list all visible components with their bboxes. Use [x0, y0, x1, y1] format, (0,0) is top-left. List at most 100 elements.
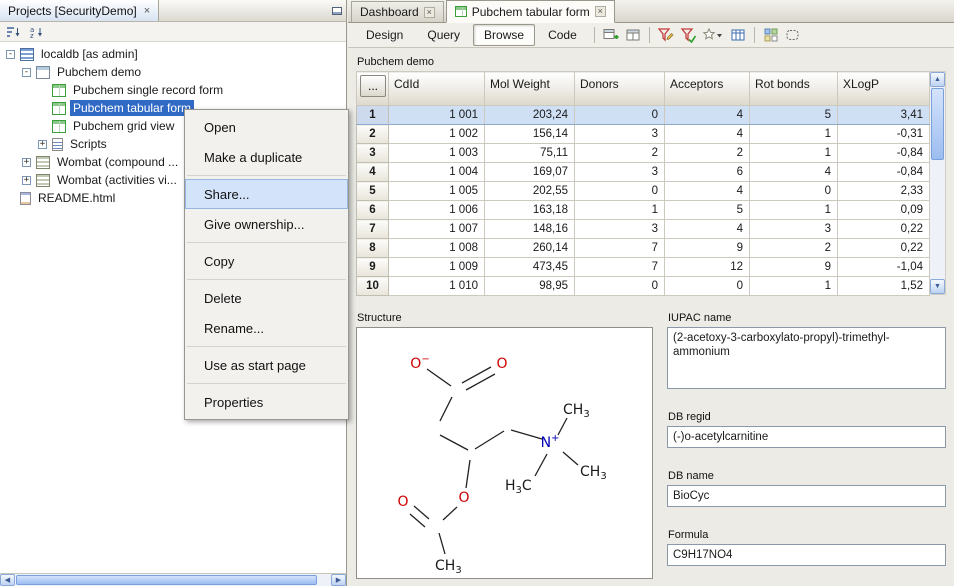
cell-cdid-row-6[interactable]: 1 006	[389, 201, 485, 220]
grid-view-icon[interactable]	[760, 25, 782, 45]
cell-donors-row-7[interactable]: 3	[575, 220, 665, 239]
cell-cdid-row-3[interactable]: 1 003	[389, 144, 485, 163]
table-row-1[interactable]: 11 001203,240453,41	[357, 106, 930, 125]
cell-acceptors-row-3[interactable]: 2	[665, 144, 750, 163]
projects-panel-tab[interactable]: Projects [SecurityDemo] ×	[0, 0, 159, 21]
cell-xlogp-row-4[interactable]: -0,84	[838, 163, 930, 182]
cell-rot-bonds-row-2[interactable]: 1	[750, 125, 838, 144]
cell-mol-weight-row-4[interactable]: 169,07	[485, 163, 575, 182]
cell-rot-bonds-row-8[interactable]: 2	[750, 239, 838, 258]
cell-mol-weight-row-9[interactable]: 473,45	[485, 258, 575, 277]
cell-cdid-row-2[interactable]: 1 002	[389, 125, 485, 144]
cell-acceptors-row-9[interactable]: 12	[665, 258, 750, 277]
scrollbar-thumb[interactable]	[16, 575, 317, 585]
cell-xlogp-row-6[interactable]: 0,09	[838, 201, 930, 220]
scroll-left-button[interactable]: ◀	[0, 574, 15, 586]
cell-xlogp-row-1[interactable]: 3,41	[838, 106, 930, 125]
table-row-4[interactable]: 41 004169,07364-0,84	[357, 163, 930, 182]
menu-item-make-a-duplicate[interactable]: Make a duplicate	[185, 142, 348, 172]
table-row-7[interactable]: 71 007148,163430,22	[357, 220, 930, 239]
cell-donors-row-5[interactable]: 0	[575, 182, 665, 201]
close-tab-icon[interactable]: ×	[424, 7, 435, 18]
scrollbar-track[interactable]	[15, 574, 331, 586]
menu-item-copy[interactable]: Copy	[185, 246, 348, 276]
minimize-panel-button[interactable]	[328, 0, 346, 21]
column-header-mol-weight[interactable]: Mol Weight	[485, 72, 575, 106]
cell-cdid-row-4[interactable]: 1 004	[389, 163, 485, 182]
table-view-icon[interactable]	[727, 25, 749, 45]
tree-expander-icon[interactable]: +	[22, 158, 31, 167]
tree-expander-icon[interactable]: +	[38, 140, 47, 149]
run-query-icon[interactable]	[677, 25, 699, 45]
cell-xlogp-row-9[interactable]: -1,04	[838, 258, 930, 277]
field-input-formula[interactable]: C9H17NO4	[667, 544, 946, 566]
close-panel-icon[interactable]: ×	[144, 6, 150, 16]
column-header-xlogp[interactable]: XLogP	[838, 72, 930, 106]
scroll-right-button[interactable]: ▶	[331, 574, 346, 586]
column-header-rot-bonds[interactable]: Rot bonds	[750, 72, 838, 106]
table-row-2[interactable]: 21 002156,14341-0,31	[357, 125, 930, 144]
projects-horizontal-scrollbar[interactable]: ◀ ▶	[0, 573, 346, 586]
column-header-cdid[interactable]: CdId	[389, 72, 485, 106]
cell-xlogp-row-8[interactable]: 0,22	[838, 239, 930, 258]
cell-rot-bonds-row-4[interactable]: 4	[750, 163, 838, 182]
cell-rot-bonds-row-3[interactable]: 1	[750, 144, 838, 163]
tree-item-pubchem-demo[interactable]: -Pubchem demo	[0, 63, 346, 81]
tree-item-localdb-as-admin[interactable]: -localdb [as admin]	[0, 45, 346, 63]
field-input-db-name[interactable]: BioCyc	[667, 485, 946, 507]
column-options-button[interactable]: ...	[360, 75, 386, 97]
column-header-acceptors[interactable]: Acceptors	[665, 72, 750, 106]
cell-donors-row-4[interactable]: 3	[575, 163, 665, 182]
cell-cdid-row-9[interactable]: 1 009	[389, 258, 485, 277]
code-button[interactable]: Code	[537, 24, 588, 46]
cell-donors-row-3[interactable]: 2	[575, 144, 665, 163]
cell-mol-weight-row-2[interactable]: 156,14	[485, 125, 575, 144]
tree-expander-icon[interactable]: +	[22, 176, 31, 185]
cell-mol-weight-row-3[interactable]: 75,11	[485, 144, 575, 163]
table-row-6[interactable]: 61 006163,181510,09	[357, 201, 930, 220]
cell-rot-bonds-row-9[interactable]: 9	[750, 258, 838, 277]
table-row-8[interactable]: 81 008260,147920,22	[357, 239, 930, 258]
menu-item-rename[interactable]: Rename...	[185, 313, 348, 343]
cell-mol-weight-row-5[interactable]: 202,55	[485, 182, 575, 201]
table-row-9[interactable]: 91 009473,457129-1,04	[357, 258, 930, 277]
cell-donors-row-1[interactable]: 0	[575, 106, 665, 125]
cell-acceptors-row-1[interactable]: 4	[665, 106, 750, 125]
scrollbar-track[interactable]	[930, 87, 945, 279]
cell-mol-weight-row-1[interactable]: 203,24	[485, 106, 575, 125]
table-vertical-scrollbar[interactable]: ▲ ▼	[930, 71, 946, 295]
cell-rot-bonds-row-1[interactable]: 5	[750, 106, 838, 125]
cell-xlogp-row-3[interactable]: -0,84	[838, 144, 930, 163]
cell-xlogp-row-5[interactable]: 2,33	[838, 182, 930, 201]
cell-rot-bonds-row-10[interactable]: 1	[750, 277, 838, 296]
edit-query-icon[interactable]	[655, 25, 677, 45]
cell-cdid-row-8[interactable]: 1 008	[389, 239, 485, 258]
field-input-db-regid[interactable]: (-)o-acetylcarnitine	[667, 426, 946, 448]
cell-xlogp-row-10[interactable]: 1,52	[838, 277, 930, 296]
cell-donors-row-8[interactable]: 7	[575, 239, 665, 258]
cell-xlogp-row-7[interactable]: 0,22	[838, 220, 930, 239]
tree-expander-icon[interactable]: -	[6, 50, 15, 59]
cell-cdid-row-10[interactable]: 1 010	[389, 277, 485, 296]
cell-donors-row-10[interactable]: 0	[575, 277, 665, 296]
menu-item-use-as-start-page[interactable]: Use as start page	[185, 350, 348, 380]
close-tab-icon[interactable]: ×	[595, 6, 606, 17]
cell-rot-bonds-row-6[interactable]: 1	[750, 201, 838, 220]
table-row-10[interactable]: 101 01098,950011,52	[357, 277, 930, 296]
lasso-select-icon[interactable]	[782, 25, 804, 45]
tree-expander-icon[interactable]: -	[22, 68, 31, 77]
browse-button[interactable]: Browse	[473, 24, 535, 46]
menu-item-share[interactable]: Share...	[185, 179, 348, 209]
favorites-star-icon[interactable]	[699, 25, 727, 45]
scrollbar-thumb[interactable]	[931, 88, 944, 160]
menu-item-open[interactable]: Open	[185, 112, 348, 142]
menu-item-properties[interactable]: Properties	[185, 387, 348, 417]
field-input-iupac-name[interactable]: (2-acetoxy-3-carboxylato-propyl)-trimeth…	[667, 327, 946, 389]
cell-rot-bonds-row-7[interactable]: 3	[750, 220, 838, 239]
cell-mol-weight-row-8[interactable]: 260,14	[485, 239, 575, 258]
form-widget-icon[interactable]	[622, 25, 644, 45]
menu-item-delete[interactable]: Delete	[185, 283, 348, 313]
cell-acceptors-row-7[interactable]: 4	[665, 220, 750, 239]
design-button[interactable]: Design	[355, 24, 414, 46]
scroll-up-button[interactable]: ▲	[930, 72, 945, 87]
